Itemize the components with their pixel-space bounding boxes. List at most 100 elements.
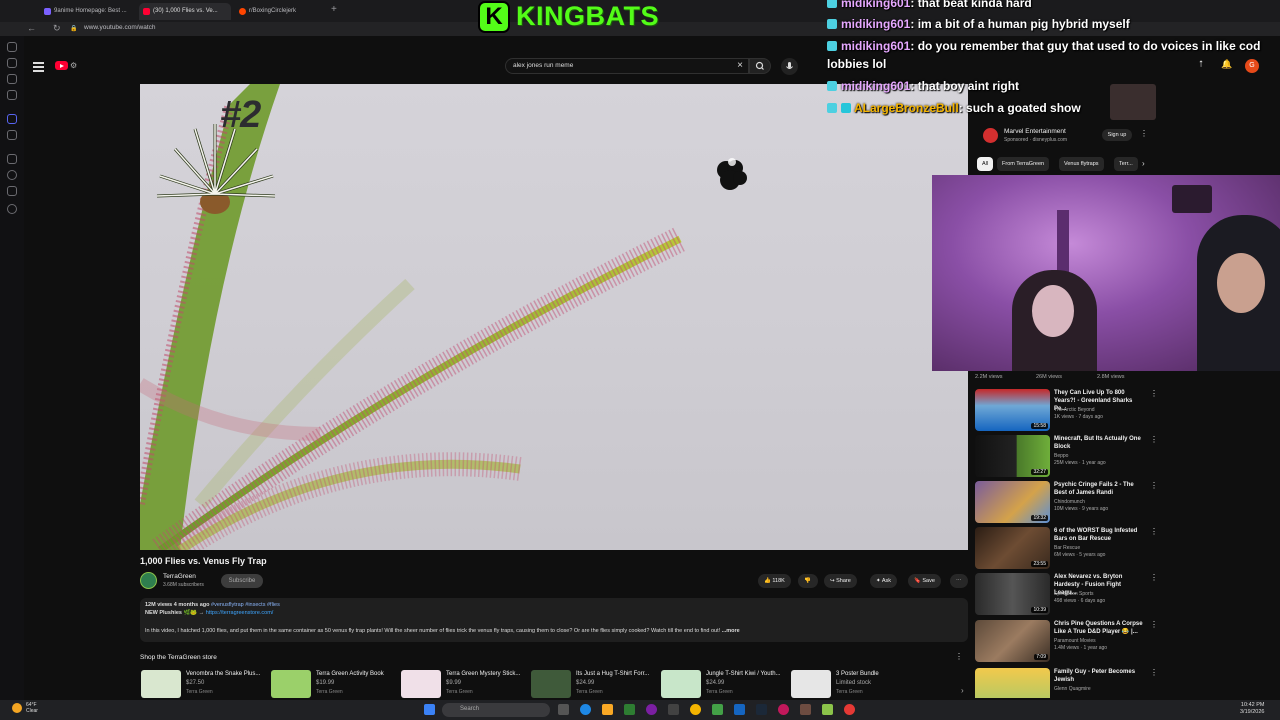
app-icon[interactable] xyxy=(712,704,723,715)
taskbar-search[interactable]: Search xyxy=(442,703,550,717)
subscribe-button[interactable]: Subscribe xyxy=(221,574,263,588)
save-button[interactable]: 🔖 Save xyxy=(908,574,941,588)
search-button[interactable] xyxy=(749,58,771,74)
dislike-button[interactable]: 👎 xyxy=(798,574,818,588)
ask-button[interactable]: ✦ Ask xyxy=(870,574,898,588)
recommended-video[interactable]: 7:09 Chris Pine Questions A Corpse Like … xyxy=(975,620,1165,662)
account-avatar[interactable]: G xyxy=(1245,59,1259,73)
more-link[interactable]: ...more xyxy=(722,628,740,634)
store-product[interactable]: Its Just a Hug T-Shirt Forr... $24.99 Te… xyxy=(531,668,659,698)
sidebar-chat-icon[interactable] xyxy=(7,74,17,84)
search-input[interactable]: alex jones run meme xyxy=(513,62,573,69)
store-menu-icon[interactable]: ⋮ xyxy=(955,652,963,661)
video-player[interactable]: #2 xyxy=(140,84,968,550)
search-box[interactable]: alex jones run meme × xyxy=(505,58,749,74)
sidebar-bag-icon[interactable] xyxy=(7,58,17,68)
share-button[interactable]: ↪ Share xyxy=(824,574,857,588)
rec-channel: Spectation Sports xyxy=(1054,591,1094,597)
ad-thumbnail[interactable] xyxy=(1110,84,1156,120)
youtube-logo[interactable] xyxy=(55,61,68,70)
chip-venus-flytraps[interactable]: Venus flytraps xyxy=(1059,157,1104,171)
rec-title: Family Guy - Peter Becomes Jewish xyxy=(1054,669,1136,683)
sidebar-history-icon[interactable] xyxy=(7,186,17,196)
store-product[interactable]: Jungle T-Shirt Kiwi / Youth... $24.99 Te… xyxy=(661,668,789,698)
channel-name[interactable]: TerraGreen xyxy=(163,573,196,580)
recommended-video[interactable]: 32:27 Minecraft, But Its Actually One Bl… xyxy=(975,435,1165,477)
recommended-video[interactable]: 10:39 Alex Nevarez vs. Bryton Hardesty -… xyxy=(975,573,1165,615)
weather-icon[interactable] xyxy=(12,703,22,713)
rec-thumbnail: 19:32 xyxy=(975,481,1050,523)
url-field[interactable]: www.youtube.com/watch xyxy=(84,24,156,31)
rec-menu-icon[interactable]: ⋮ xyxy=(1150,481,1158,490)
sidebar-music-icon[interactable] xyxy=(7,154,17,164)
rec-menu-icon[interactable]: ⋮ xyxy=(1150,668,1158,677)
rec-menu-icon[interactable]: ⋮ xyxy=(1150,435,1158,444)
notifications-icon[interactable]: 🔔 xyxy=(1221,59,1232,70)
description-box[interactable]: 12M views 4 months ago #venusflytrap #in… xyxy=(140,598,968,642)
sidebar-home-icon[interactable] xyxy=(7,42,17,52)
rec-menu-icon[interactable]: ⋮ xyxy=(1150,620,1158,629)
reload-icon[interactable]: ↻ xyxy=(53,23,61,34)
store-product[interactable]: 3 Poster Bundle Limited stock Terra Gree… xyxy=(791,668,941,698)
recommended-video[interactable]: 15:58 They Can Live Up To 800 Years?! - … xyxy=(975,389,1165,431)
system-clock[interactable]: 10:42 PM 3/19/2026 xyxy=(1240,702,1264,716)
sidebar-x-icon[interactable] xyxy=(7,130,17,140)
edge-icon[interactable] xyxy=(580,704,591,715)
store-product[interactable]: Terra Green Mystery Stick... $9.99 Terra… xyxy=(401,668,529,698)
ad-menu-icon[interactable]: ⋮ xyxy=(1140,129,1148,138)
like-button[interactable]: 👍 118K xyxy=(758,574,791,588)
store-product[interactable]: Venombra the Snake Plus... $27.50 Terra … xyxy=(141,668,269,698)
sidebar-discord-icon[interactable] xyxy=(7,114,17,124)
app-icon[interactable] xyxy=(646,704,657,715)
app-icon[interactable] xyxy=(734,704,745,715)
rec-menu-icon[interactable]: ⋮ xyxy=(1150,527,1158,536)
weather-widget[interactable]: 64°F Clear xyxy=(26,702,38,714)
sundew-plant-image xyxy=(140,84,686,550)
xbox-icon[interactable] xyxy=(624,704,635,715)
sidebar-settings-icon[interactable] xyxy=(7,204,17,214)
start-icon[interactable] xyxy=(424,704,435,715)
tab-9anime[interactable]: 9anime Homepage: Best ... xyxy=(40,3,135,20)
more-actions-button[interactable]: ⋯ xyxy=(950,574,968,588)
app-icon[interactable] xyxy=(800,704,811,715)
upload-icon[interactable]: ⭡ xyxy=(1199,59,1203,70)
chrome-icon[interactable] xyxy=(690,704,701,715)
voice-search-button[interactable] xyxy=(781,58,798,75)
back-icon[interactable]: ← xyxy=(27,23,36,33)
chip-all[interactable]: All xyxy=(977,157,994,171)
channel-avatar[interactable] xyxy=(140,572,157,589)
clear-search-icon[interactable]: × xyxy=(737,60,743,71)
chat-message: midiking601: im a bit of a human pig hyb… xyxy=(827,17,1130,31)
app-icon[interactable] xyxy=(844,704,855,715)
file-explorer-icon[interactable] xyxy=(602,704,613,715)
chevron-right-icon[interactable]: › xyxy=(961,686,964,695)
app-icon[interactable] xyxy=(778,704,789,715)
chips-next-icon[interactable]: › xyxy=(1142,159,1145,168)
app-icon[interactable] xyxy=(822,704,833,715)
tab-label: (30) 1,000 Flies vs. Ve... xyxy=(153,8,218,14)
recommended-video[interactable]: 19:32 Psychic Cringe Fails 2 - The Best … xyxy=(975,481,1165,523)
app-icon[interactable] xyxy=(668,704,679,715)
ad-signup-button[interactable]: Sign up xyxy=(1102,129,1132,141)
menu-icon[interactable] xyxy=(33,62,44,74)
rec-meta: 25M views · 1 year ago xyxy=(1054,460,1106,466)
sidebar-clock-icon[interactable] xyxy=(7,170,17,180)
sponsored-ad[interactable]: Marvel Entertainment Sponsored · disneyp… xyxy=(975,124,1158,148)
taskbar-search-placeholder: Search xyxy=(460,706,480,712)
recommended-video[interactable]: Family Guy - Peter Becomes Jewish Glenn … xyxy=(975,668,1165,698)
sidebar-notes-icon[interactable] xyxy=(7,90,17,100)
tab-youtube[interactable]: (30) 1,000 Flies vs. Ve... xyxy=(139,3,231,20)
rec-menu-icon[interactable]: ⋮ xyxy=(1150,389,1158,398)
plushies-link[interactable]: https://terragreenstore.com/ xyxy=(206,610,274,616)
recommended-video[interactable]: 23:55 6 of the WORST Bug Infested Bars o… xyxy=(975,527,1165,569)
product-seller: Terra Green xyxy=(186,689,213,695)
chip-from-terragreen[interactable]: From TerraGreen xyxy=(997,157,1050,171)
steam-icon[interactable] xyxy=(756,704,767,715)
rec-menu-icon[interactable]: ⋮ xyxy=(1150,573,1158,582)
tab-reddit[interactable]: r/BoxingCirclejerk xyxy=(235,3,327,20)
chip-terra[interactable]: Terr... xyxy=(1114,157,1138,171)
new-tab-button[interactable]: + xyxy=(331,4,337,15)
hashtags[interactable]: #venusflytrap #insects #flies xyxy=(211,602,280,608)
store-product[interactable]: Terra Green Activity Book $19.99 Terra G… xyxy=(271,668,399,698)
task-view-icon[interactable] xyxy=(558,704,569,715)
